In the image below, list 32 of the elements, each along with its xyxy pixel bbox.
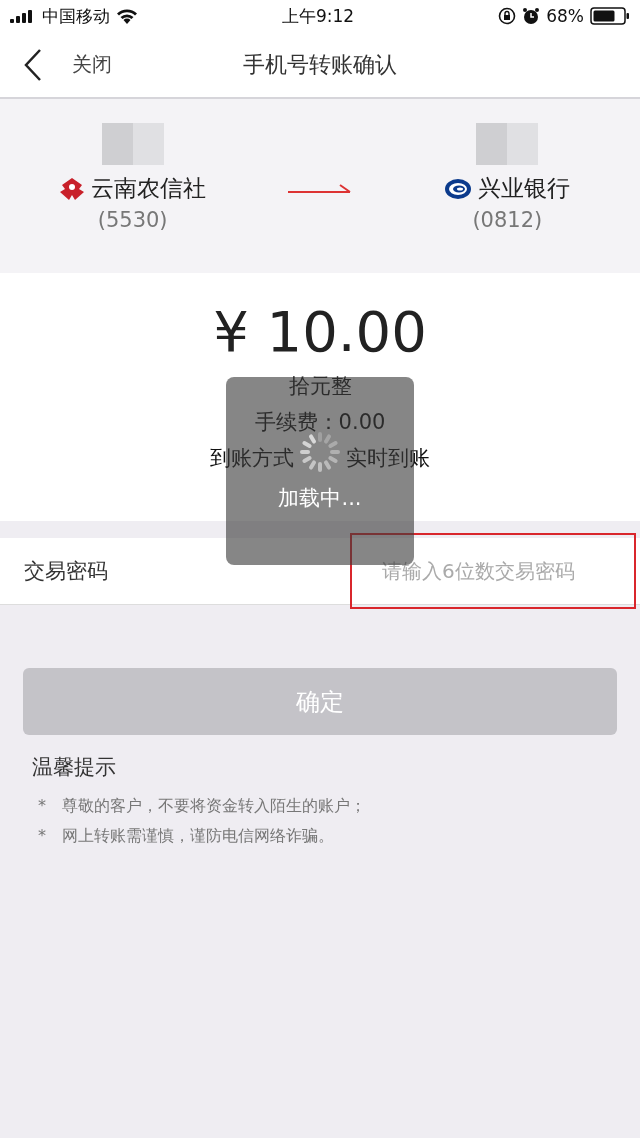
close-label: 关闭 — [72, 51, 112, 78]
account-number: (0812) — [472, 208, 543, 232]
status-time: 上午9:12 — [282, 4, 355, 28]
bank-name: 兴业银行 — [478, 174, 571, 203]
wifi-icon — [116, 8, 138, 24]
blurred-name — [476, 123, 539, 165]
amount-in-words: 拾元整 — [288, 373, 352, 400]
bank-name: 云南农信社 — [91, 174, 207, 203]
amount-value: ¥ 10.00 — [213, 299, 427, 364]
password-label: 交易密码 — [24, 558, 108, 585]
bullet-mark: * — [38, 795, 46, 817]
battery-percent: 68% — [546, 6, 584, 26]
alarm-icon — [522, 7, 541, 25]
tip-text: 尊敬的客户，不要将资金转入陌生的账户； — [62, 795, 366, 817]
password-field[interactable]: 请输入6位数交易密码 — [350, 533, 636, 609]
tips-title: 温馨提示 — [32, 754, 117, 781]
carrier-name: 中国移动 — [42, 4, 110, 28]
bullet-mark: * — [38, 825, 46, 847]
back-chevron-icon — [24, 47, 42, 82]
battery-icon — [590, 7, 630, 25]
tip-text: 网上转账需谨慎，谨防电信网络诈骗。 — [62, 825, 334, 847]
loading-text: 加载中... — [278, 485, 362, 512]
account-number: (5530) — [97, 208, 168, 232]
rotation-lock-icon — [498, 7, 517, 25]
bank-logo-icon — [444, 177, 473, 200]
blurred-name — [101, 123, 164, 165]
page-title: 手机号转账确认 — [243, 51, 397, 77]
spinner-icon — [298, 430, 342, 474]
arrow-icon — [288, 183, 352, 195]
bank-logo-icon — [59, 176, 86, 201]
fee-text: 手续费：0.00 — [254, 409, 386, 436]
back-button[interactable]: 关闭 — [0, 47, 112, 82]
